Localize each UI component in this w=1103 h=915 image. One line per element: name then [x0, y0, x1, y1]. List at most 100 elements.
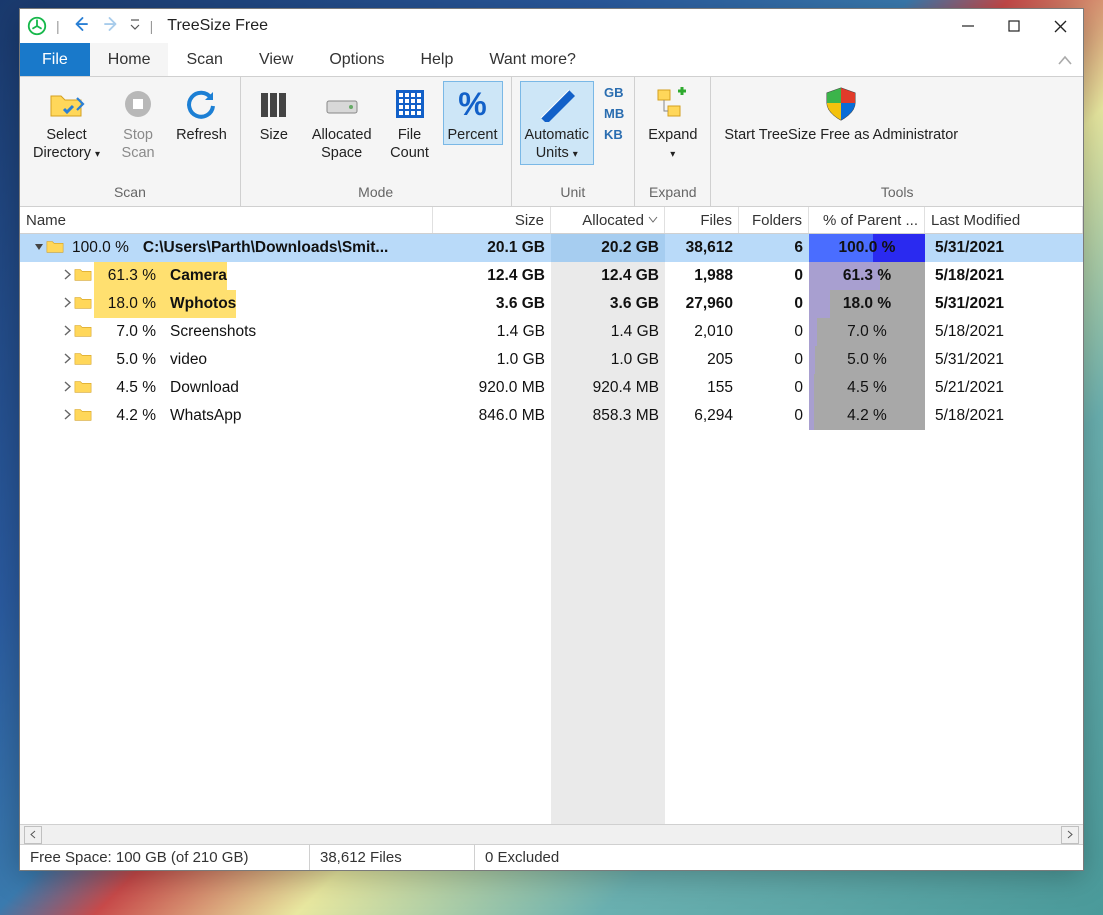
cell-percent-bar: 7.0 %: [809, 318, 925, 346]
cell-folders: 0: [739, 346, 809, 374]
chevron-right-icon[interactable]: [60, 353, 74, 367]
scroll-left-button[interactable]: [24, 826, 42, 844]
menu-help[interactable]: Help: [402, 43, 471, 76]
label: Size: [260, 126, 288, 144]
col-name[interactable]: Name: [20, 207, 433, 233]
window-controls: [945, 9, 1083, 43]
horizontal-scrollbar[interactable]: [20, 824, 1083, 844]
group-label: Tools: [711, 184, 1083, 206]
expand-button[interactable]: Expand▾: [643, 81, 702, 165]
cell-modified: 5/18/2021: [925, 318, 1083, 346]
ribbon-group-tools: Start TreeSize Free as Administrator Too…: [711, 77, 1083, 206]
mode-filecount-button[interactable]: FileCount: [385, 81, 435, 163]
folder-name: Camera: [162, 262, 227, 290]
tree-rows: 100.0 % C:\Users\Parth\Downloads\Smit... 2…: [20, 234, 1083, 824]
maximize-button[interactable]: [991, 9, 1037, 43]
chevron-right-icon[interactable]: [60, 269, 74, 283]
folder-name: video: [162, 346, 207, 374]
table-row[interactable]: 100.0 % C:\Users\Parth\Downloads\Smit... 2…: [20, 234, 1083, 262]
table-row[interactable]: 18.0 %Wphotos3.6 GB3.6 GB27,960018.0 %5/…: [20, 290, 1083, 318]
cell-files: 6,294: [665, 402, 739, 430]
chevron-right-icon[interactable]: [60, 409, 74, 423]
cell-modified: 5/31/2021: [925, 234, 1083, 262]
stop-scan-button[interactable]: StopScan: [113, 81, 163, 163]
unit-mb-button[interactable]: MB: [602, 104, 626, 123]
menu-home[interactable]: Home: [90, 43, 169, 76]
app-window: | | TreeSize Free File Home Scan View Op…: [19, 8, 1084, 871]
col-percent[interactable]: % of Parent ...: [809, 207, 925, 233]
menu-view[interactable]: View: [241, 43, 311, 76]
menu-scan[interactable]: Scan: [168, 43, 240, 76]
quick-access-dropdown[interactable]: [128, 17, 142, 36]
cell-modified: 5/31/2021: [925, 290, 1083, 318]
scroll-right-button[interactable]: [1061, 826, 1079, 844]
collapse-ribbon-button[interactable]: [1047, 43, 1083, 76]
cell-folders: 0: [739, 318, 809, 346]
col-allocated[interactable]: Allocated: [551, 207, 665, 233]
cell-size: 3.6 GB: [433, 290, 551, 318]
unit-gb-button[interactable]: GB: [602, 83, 626, 102]
cell-percent-bar: 4.5 %: [809, 374, 925, 402]
label: AllocatedSpace: [312, 126, 372, 162]
tree-expand-icon: [653, 84, 693, 124]
column-headers: Name Size Allocated Files Folders % of P…: [20, 207, 1083, 234]
minimize-button[interactable]: [945, 9, 991, 43]
status-files: 38,612 Files: [310, 845, 475, 870]
status-free-space: Free Space: 100 GB (of 210 GB): [20, 845, 310, 870]
label: Refresh: [176, 126, 227, 144]
group-label: Scan: [20, 184, 240, 206]
close-button[interactable]: [1037, 9, 1083, 43]
label: SelectDirectory ▾: [33, 126, 100, 164]
unit-list: GB MB KB: [602, 81, 626, 144]
folder-name: WhatsApp: [162, 402, 242, 430]
ribbon: SelectDirectory ▾ StopScan Refresh Scan: [20, 77, 1083, 207]
cell-folders: 6: [739, 234, 809, 262]
nav-forward-button[interactable]: [98, 15, 124, 38]
col-size[interactable]: Size: [433, 207, 551, 233]
cell-percent-bar: 4.2 %: [809, 402, 925, 430]
col-modified[interactable]: Last Modified: [925, 207, 1083, 233]
folder-name: C:\Users\Parth\Downloads\Smit...: [135, 234, 388, 262]
cell-percent-bar: 100.0 %: [809, 234, 925, 262]
chevron-right-icon[interactable]: [60, 297, 74, 311]
cell-allocated: 20.2 GB: [551, 234, 665, 262]
cell-size: 920.0 MB: [433, 374, 551, 402]
refresh-button[interactable]: Refresh: [171, 81, 232, 145]
mode-allocated-button[interactable]: AllocatedSpace: [307, 81, 377, 163]
mode-percent-button[interactable]: % Percent: [443, 81, 503, 145]
cell-size: 12.4 GB: [433, 262, 551, 290]
chevron-right-icon[interactable]: [60, 325, 74, 339]
auto-units-button[interactable]: AutomaticUnits ▾: [520, 81, 594, 165]
folder-icon: [74, 294, 94, 315]
cell-allocated: 858.3 MB: [551, 402, 665, 430]
select-directory-button[interactable]: SelectDirectory ▾: [28, 81, 105, 165]
table-row[interactable]: 4.2 %WhatsApp846.0 MB858.3 MB6,29404.2 %…: [20, 402, 1083, 430]
separator: |: [146, 18, 158, 34]
run-as-admin-button[interactable]: Start TreeSize Free as Administrator: [719, 81, 963, 145]
nav-back-button[interactable]: [68, 15, 94, 38]
cell-files: 2,010: [665, 318, 739, 346]
chevron-down-icon[interactable]: [32, 241, 46, 255]
cell-files: 155: [665, 374, 739, 402]
table-row[interactable]: 5.0 %video1.0 GB1.0 GB20505.0 %5/31/2021: [20, 346, 1083, 374]
table-row[interactable]: 61.3 %Camera12.4 GB12.4 GB1,988061.3 %5/…: [20, 262, 1083, 290]
col-files[interactable]: Files: [665, 207, 739, 233]
percent-label: 4.2 %: [94, 402, 162, 430]
mode-size-button[interactable]: Size: [249, 81, 299, 145]
percent-label: 18.0 %: [94, 290, 162, 318]
table-row[interactable]: 7.0 %Screenshots1.4 GB1.4 GB2,01007.0 %5…: [20, 318, 1083, 346]
col-folders[interactable]: Folders: [739, 207, 809, 233]
folder-name: Wphotos: [162, 290, 236, 318]
menu-file[interactable]: File: [20, 43, 90, 76]
menu-want-more[interactable]: Want more?: [471, 43, 594, 76]
chevron-right-icon[interactable]: [60, 381, 74, 395]
percent-icon: %: [453, 84, 493, 124]
cell-allocated: 12.4 GB: [551, 262, 665, 290]
stop-icon: [118, 84, 158, 124]
label: FileCount: [390, 126, 429, 162]
table-row[interactable]: 4.5 %Download920.0 MB920.4 MB15504.5 %5/…: [20, 374, 1083, 402]
cell-modified: 5/31/2021: [925, 346, 1083, 374]
menu-options[interactable]: Options: [311, 43, 402, 76]
refresh-icon: [181, 84, 221, 124]
unit-kb-button[interactable]: KB: [602, 125, 626, 144]
